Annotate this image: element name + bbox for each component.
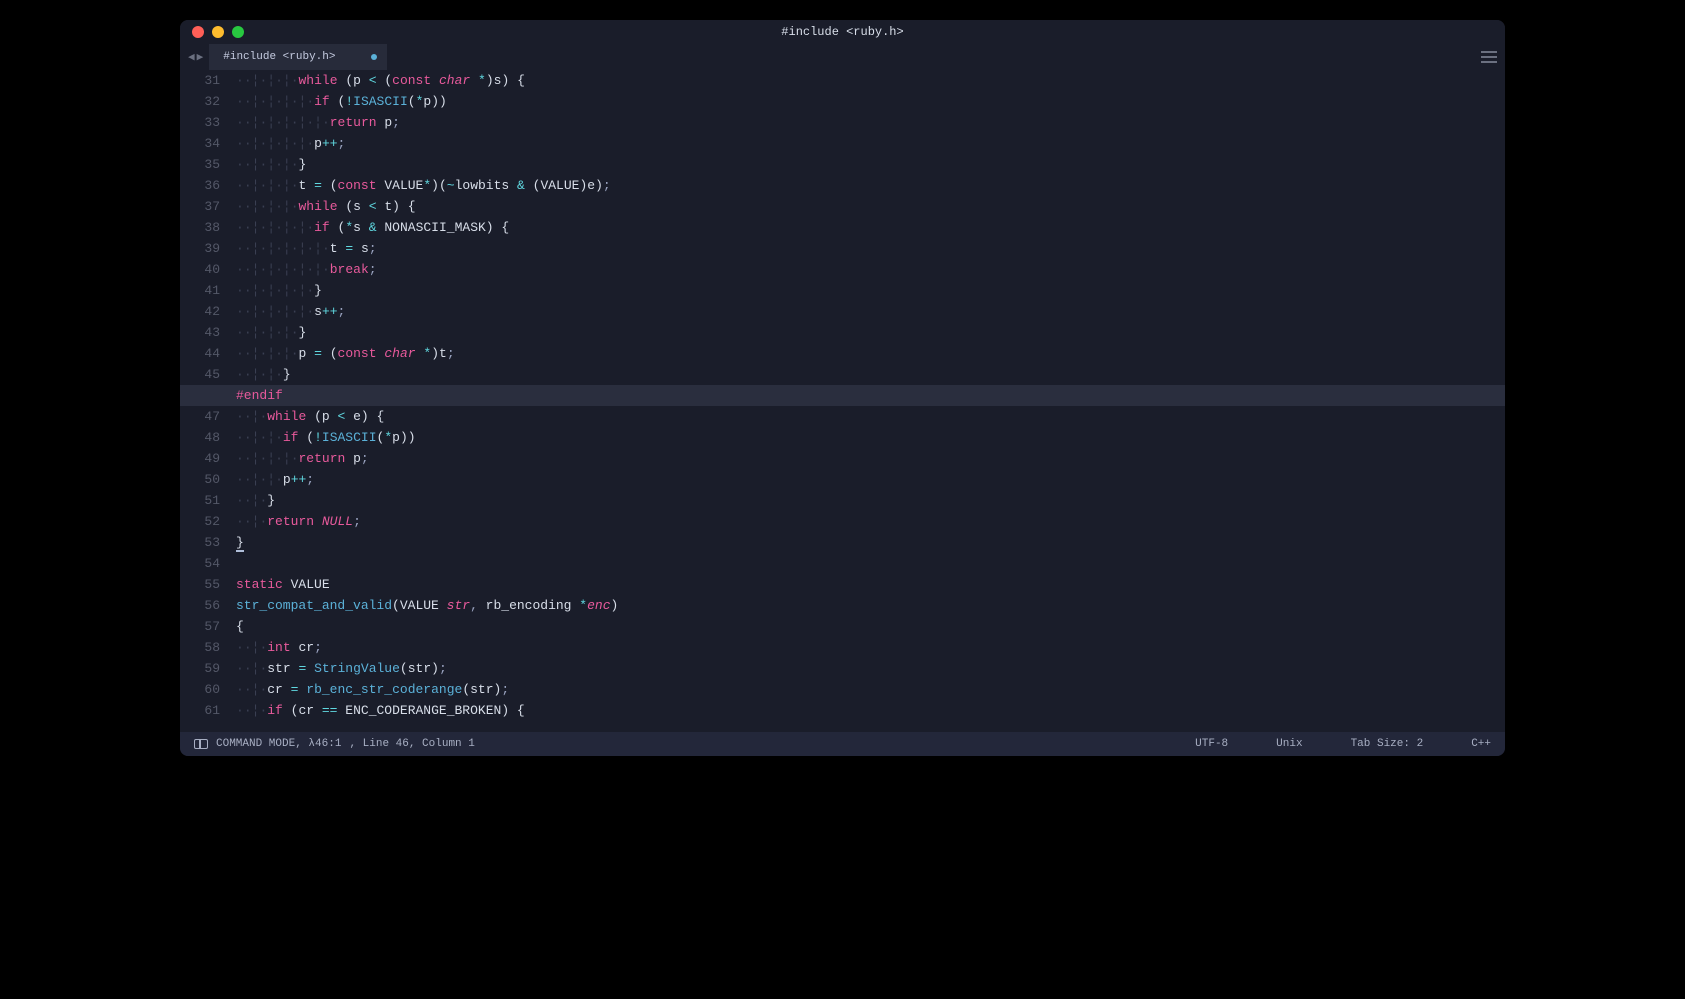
close-icon[interactable] <box>192 26 204 38</box>
editor-area[interactable]: 3132333435363738394041424344454647484950… <box>180 70 1505 732</box>
nav-forward-icon[interactable]: ▶ <box>197 50 204 64</box>
status-tab-size[interactable]: Tab Size: 2 <box>1351 738 1424 750</box>
panel-icon[interactable] <box>194 739 208 749</box>
status-language[interactable]: C++ <box>1471 738 1491 750</box>
status-line-ending[interactable]: Unix <box>1276 738 1302 750</box>
maximize-icon[interactable] <box>232 26 244 38</box>
menu-icon[interactable] <box>1481 51 1497 63</box>
tab-bar: ◀ ▶ #include <ruby.h> <box>180 44 1505 70</box>
nav-arrows: ◀ ▶ <box>188 50 203 64</box>
traffic-lights <box>192 26 244 38</box>
window-title: #include <ruby.h> <box>781 25 903 39</box>
tab-label: #include <ruby.h> <box>223 51 335 63</box>
minimize-icon[interactable] <box>212 26 224 38</box>
file-tab[interactable]: #include <ruby.h> <box>209 44 387 70</box>
status-encoding[interactable]: UTF-8 <box>1195 738 1228 750</box>
titlebar: #include <ruby.h> <box>180 20 1505 44</box>
editor-window: #include <ruby.h> ◀ ▶ #include <ruby.h> … <box>180 20 1505 756</box>
nav-back-icon[interactable]: ◀ <box>188 50 195 64</box>
unsaved-indicator-icon <box>371 54 377 60</box>
status-position[interactable]: , Line 46, Column 1 <box>349 738 474 750</box>
code-content[interactable]: ··¦·¦·¦·while (p < (const char *)s) {··¦… <box>228 70 1505 732</box>
status-mode: COMMAND MODE, λ46:1 <box>216 738 341 750</box>
status-bar: COMMAND MODE, λ46:1 , Line 46, Column 1 … <box>180 732 1505 756</box>
